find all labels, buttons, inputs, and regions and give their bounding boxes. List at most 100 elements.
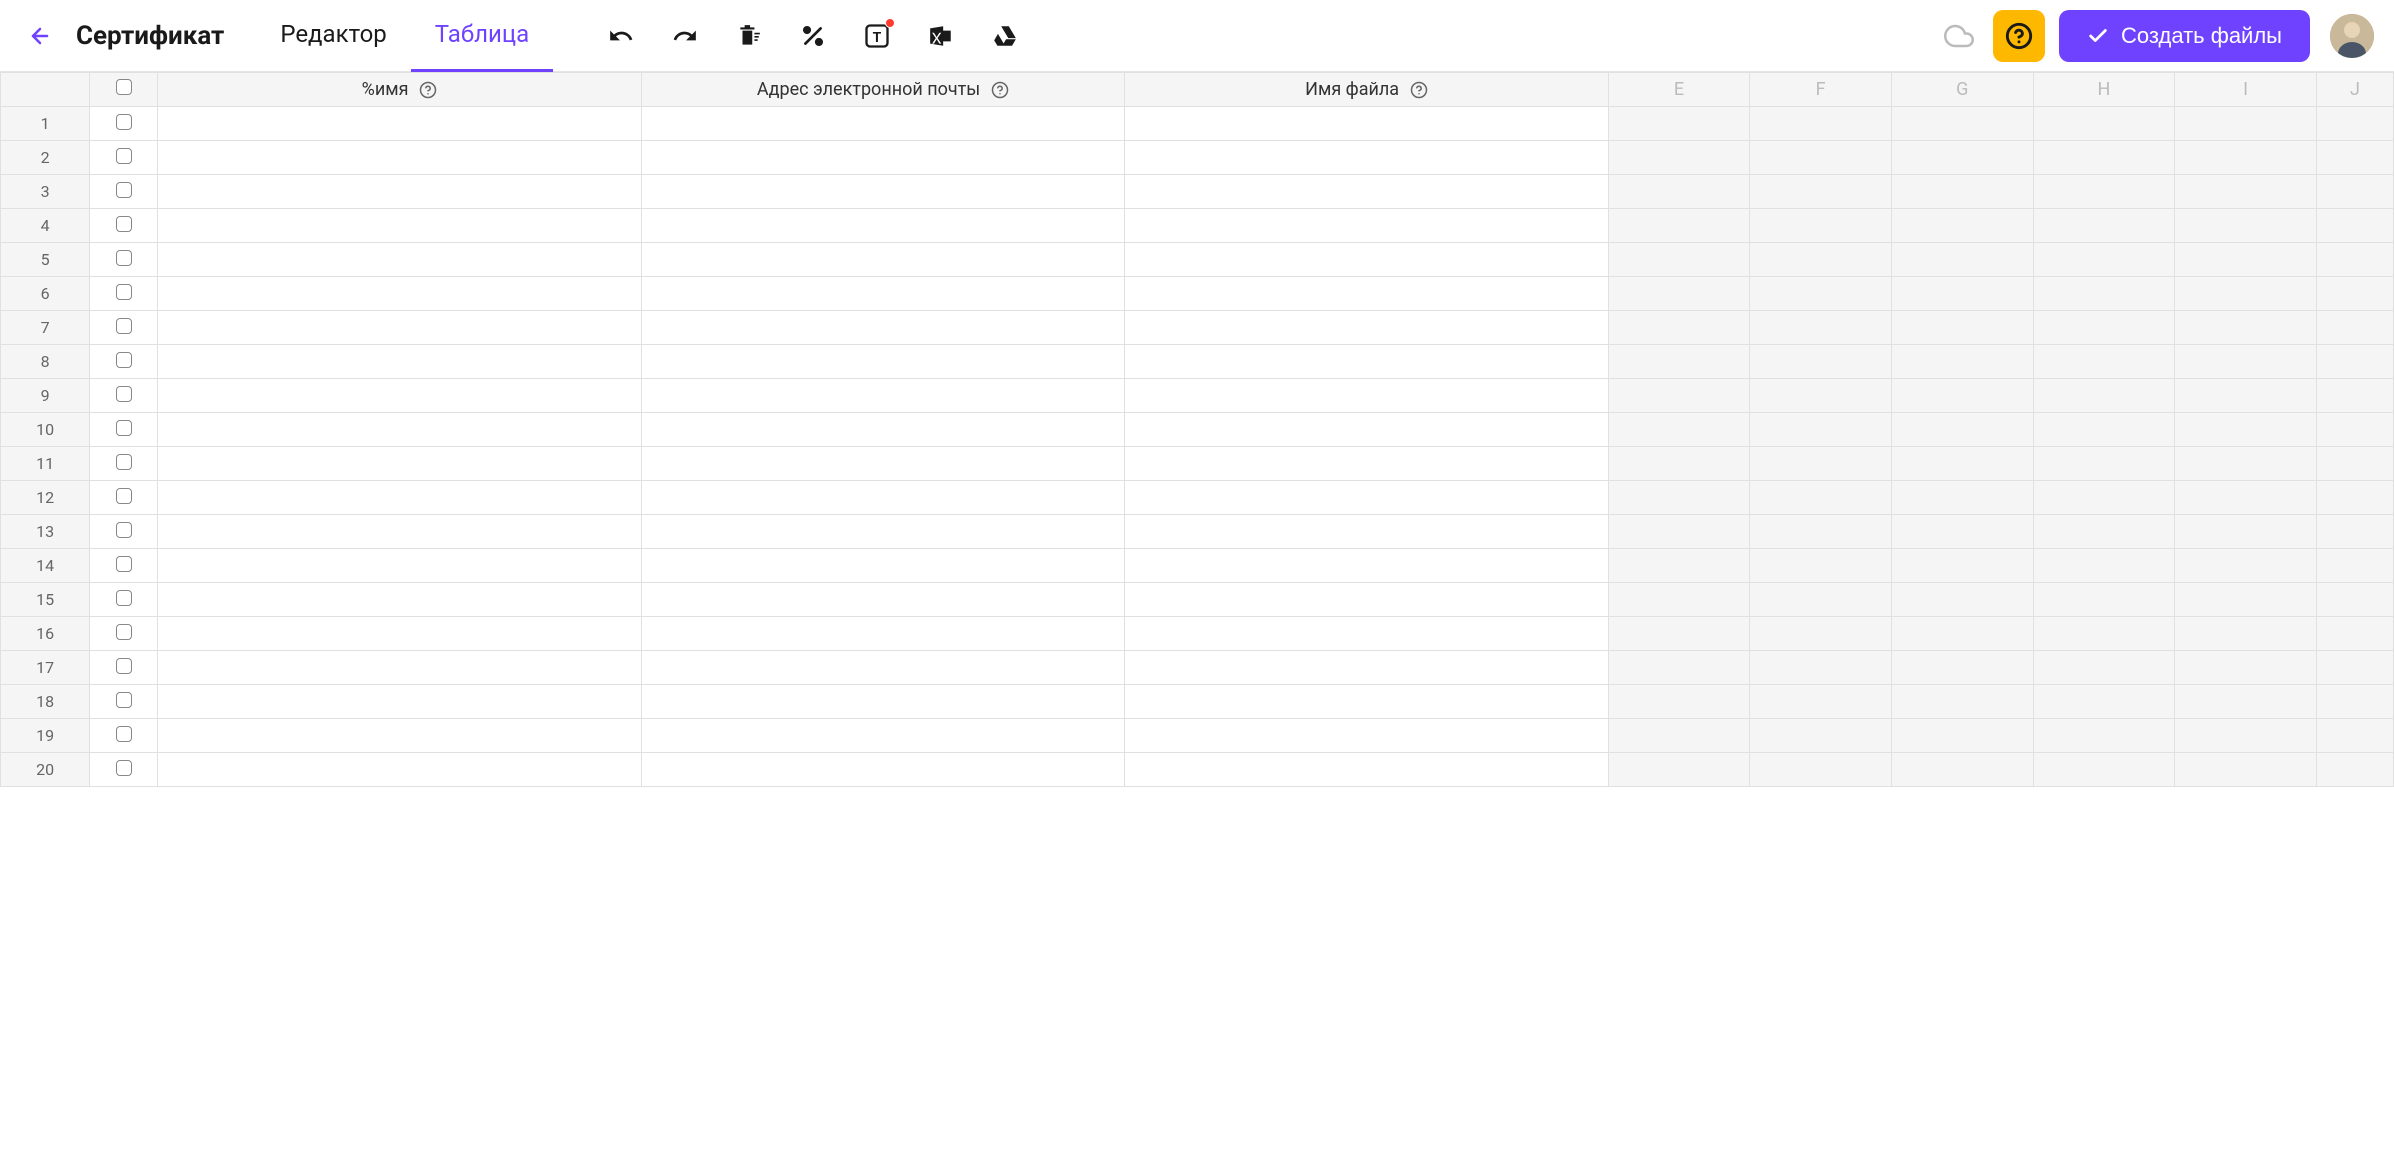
cell[interactable] [158, 753, 642, 787]
row-number[interactable]: 1 [1, 107, 90, 141]
cell[interactable] [2316, 481, 2393, 515]
cell[interactable] [158, 651, 642, 685]
cell[interactable] [2033, 481, 2175, 515]
row-check-cell[interactable] [90, 515, 158, 549]
cell[interactable] [2316, 753, 2393, 787]
row-number[interactable]: 17 [1, 651, 90, 685]
cell[interactable] [2316, 583, 2393, 617]
cell[interactable] [2175, 447, 2317, 481]
row-number[interactable]: 3 [1, 175, 90, 209]
cell[interactable] [158, 345, 642, 379]
cell[interactable] [2316, 685, 2393, 719]
cell[interactable] [2316, 413, 2393, 447]
row-checkbox[interactable] [116, 692, 132, 708]
cell[interactable] [1750, 685, 1892, 719]
row-number[interactable]: 19 [1, 719, 90, 753]
cell[interactable] [1125, 719, 1609, 753]
column-f[interactable]: F [1750, 73, 1892, 107]
cell[interactable] [1891, 379, 2033, 413]
row-check-cell[interactable] [90, 753, 158, 787]
cell[interactable] [158, 685, 642, 719]
cell[interactable] [2033, 447, 2175, 481]
delete-button[interactable] [729, 16, 769, 56]
row-check-cell[interactable] [90, 685, 158, 719]
cell[interactable] [2316, 515, 2393, 549]
select-all-checkbox[interactable] [116, 79, 132, 95]
cell[interactable] [1608, 753, 1750, 787]
cell[interactable] [2175, 481, 2317, 515]
row-checkbox[interactable] [116, 114, 132, 130]
row-check-cell[interactable] [90, 141, 158, 175]
row-checkbox[interactable] [116, 420, 132, 436]
cell[interactable] [1750, 617, 1892, 651]
cell[interactable] [2316, 345, 2393, 379]
help-button[interactable] [1993, 10, 2045, 62]
row-checkbox[interactable] [116, 284, 132, 300]
cloud-status[interactable] [1939, 16, 1979, 56]
tab-table[interactable]: Таблица [411, 0, 553, 72]
cell[interactable] [1750, 447, 1892, 481]
row-check-cell[interactable] [90, 481, 158, 515]
cell[interactable] [2033, 685, 2175, 719]
cell[interactable] [2033, 617, 2175, 651]
row-checkbox[interactable] [116, 454, 132, 470]
cell[interactable] [2033, 753, 2175, 787]
cell[interactable] [1125, 515, 1609, 549]
cell[interactable] [2316, 209, 2393, 243]
cell[interactable] [641, 243, 1125, 277]
cell[interactable] [1891, 209, 2033, 243]
cell[interactable] [1125, 209, 1609, 243]
cell[interactable] [2033, 345, 2175, 379]
cell[interactable] [2316, 719, 2393, 753]
cell[interactable] [158, 617, 642, 651]
column-filename[interactable]: Имя файла [1125, 73, 1609, 107]
help-icon[interactable] [419, 81, 437, 99]
cell[interactable] [2033, 311, 2175, 345]
cell[interactable] [1608, 311, 1750, 345]
back-button[interactable] [20, 16, 60, 56]
cell[interactable] [2316, 175, 2393, 209]
cell[interactable] [2316, 243, 2393, 277]
cell[interactable] [158, 413, 642, 447]
row-check-cell[interactable] [90, 209, 158, 243]
row-number[interactable]: 7 [1, 311, 90, 345]
cell[interactable] [1891, 413, 2033, 447]
cell[interactable] [158, 311, 642, 345]
cell[interactable] [1891, 651, 2033, 685]
row-check-cell[interactable] [90, 345, 158, 379]
cell[interactable] [2175, 107, 2317, 141]
row-check-cell[interactable] [90, 447, 158, 481]
cell[interactable] [2175, 719, 2317, 753]
cell[interactable] [1125, 243, 1609, 277]
cell[interactable] [1608, 243, 1750, 277]
cell[interactable] [1750, 549, 1892, 583]
cell[interactable] [1750, 345, 1892, 379]
cell[interactable] [641, 311, 1125, 345]
cell[interactable] [1608, 549, 1750, 583]
cell[interactable] [641, 107, 1125, 141]
row-checkbox[interactable] [116, 658, 132, 674]
cell[interactable] [2033, 277, 2175, 311]
cell[interactable] [1750, 243, 1892, 277]
cell[interactable] [1125, 277, 1609, 311]
cell[interactable] [158, 277, 642, 311]
row-check-cell[interactable] [90, 719, 158, 753]
cell[interactable] [2175, 549, 2317, 583]
cell[interactable] [1891, 481, 2033, 515]
row-check-cell[interactable] [90, 549, 158, 583]
cell[interactable] [2033, 651, 2175, 685]
cell[interactable] [641, 617, 1125, 651]
row-check-cell[interactable] [90, 583, 158, 617]
cell[interactable] [2033, 209, 2175, 243]
cell[interactable] [2033, 243, 2175, 277]
row-check-cell[interactable] [90, 617, 158, 651]
cell[interactable] [158, 549, 642, 583]
row-checkbox[interactable] [116, 386, 132, 402]
cell[interactable] [1891, 719, 2033, 753]
cell[interactable] [158, 141, 642, 175]
user-avatar[interactable] [2330, 14, 2374, 58]
cell[interactable] [641, 515, 1125, 549]
cell[interactable] [2175, 413, 2317, 447]
cell[interactable] [158, 209, 642, 243]
row-number[interactable]: 18 [1, 685, 90, 719]
